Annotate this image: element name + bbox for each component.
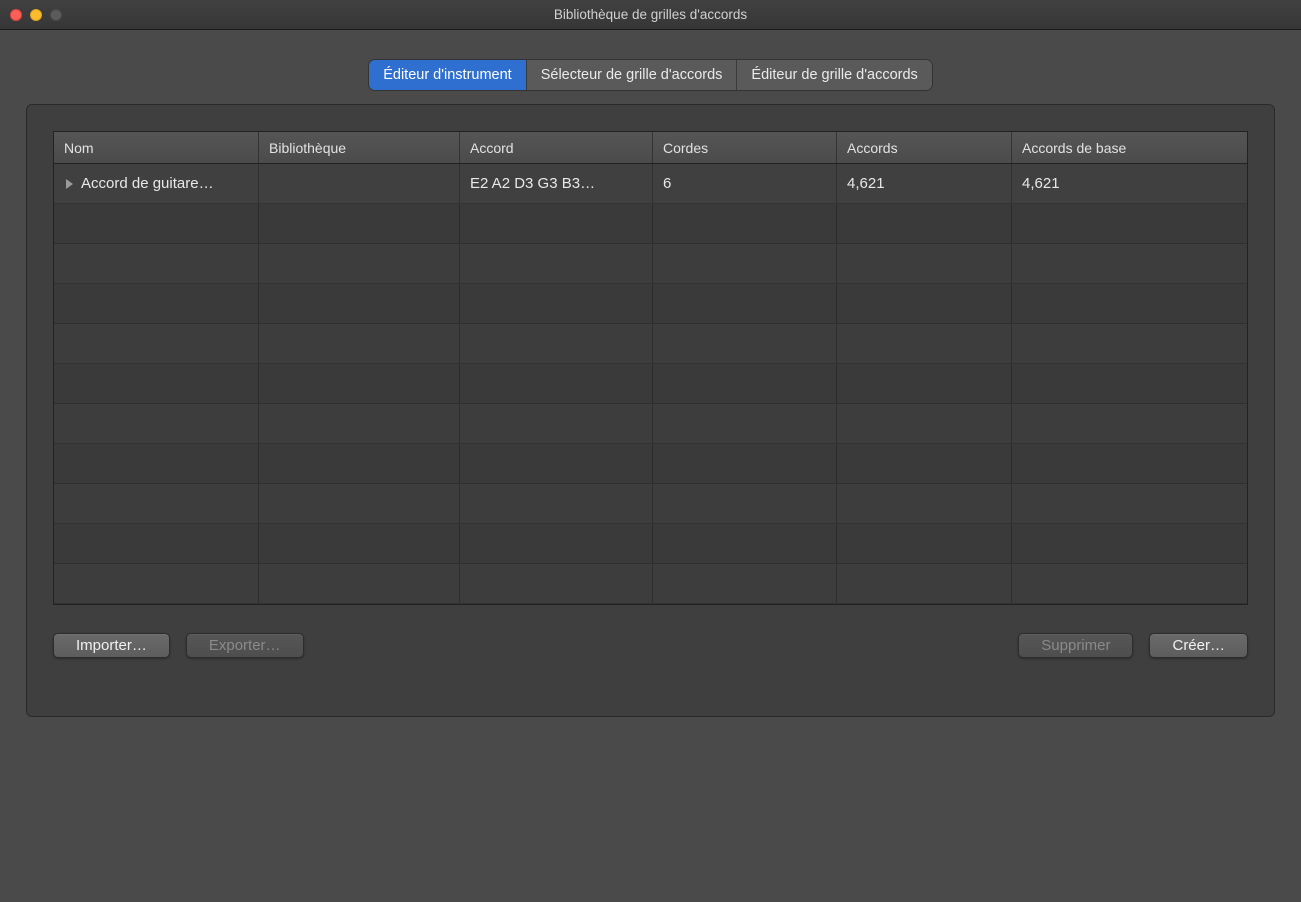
table-body: Accord de guitare… E2 A2 D3 G3 B3… 6 4,6… [54,164,1247,604]
panel: Nom Bibliothèque Accord Cordes Accords A… [26,104,1275,717]
cell-nom-text: Accord de guitare… [81,175,214,192]
col-header-bibliotheque[interactable]: Bibliothèque [259,132,460,163]
tab-chord-grid-editor[interactable]: Éditeur de grille d'accords [737,60,931,90]
tab-instrument-editor[interactable]: Éditeur d'instrument [369,60,527,90]
table-row-empty [54,564,1247,604]
table-row-empty [54,324,1247,364]
table-row-empty [54,404,1247,444]
traffic-lights [10,9,62,21]
table-row[interactable]: Accord de guitare… E2 A2 D3 G3 B3… 6 4,6… [54,164,1247,204]
cell-nom: Accord de guitare… [54,164,259,203]
zoom-icon [50,9,62,21]
delete-button: Supprimer [1018,633,1133,658]
table-row-empty [54,204,1247,244]
instrument-table: Nom Bibliothèque Accord Cordes Accords A… [53,131,1248,605]
titlebar: Bibliothèque de grilles d'accords [0,0,1301,30]
close-icon[interactable] [10,9,22,21]
col-header-accords-base[interactable]: Accords de base [1012,132,1247,163]
col-header-accords[interactable]: Accords [837,132,1012,163]
import-button[interactable]: Importer… [53,633,170,658]
table-row-empty [54,244,1247,284]
cell-accords-base: 4,621 [1012,164,1247,203]
spacer [320,633,1003,658]
cell-bibliotheque [259,164,460,203]
col-header-accord[interactable]: Accord [460,132,653,163]
table-row-empty [54,284,1247,324]
table-row-empty [54,444,1247,484]
tab-chord-grid-selector[interactable]: Sélecteur de grille d'accords [527,60,738,90]
col-header-nom[interactable]: Nom [54,132,259,163]
button-row: Importer… Exporter… Supprimer Créer… [53,633,1248,658]
table-row-empty [54,524,1247,564]
cell-accords: 4,621 [837,164,1012,203]
window: Bibliothèque de grilles d'accords Éditeu… [0,0,1301,902]
cell-accord: E2 A2 D3 G3 B3… [460,164,653,203]
content-area: Éditeur d'instrument Sélecteur de grille… [0,30,1301,902]
table-header: Nom Bibliothèque Accord Cordes Accords A… [54,132,1247,164]
export-button: Exporter… [186,633,304,658]
window-title: Bibliothèque de grilles d'accords [10,7,1291,22]
col-header-cordes[interactable]: Cordes [653,132,837,163]
table-row-empty [54,364,1247,404]
tab-bar: Éditeur d'instrument Sélecteur de grille… [369,60,932,90]
cell-cordes: 6 [653,164,837,203]
tab-bar-wrap: Éditeur d'instrument Sélecteur de grille… [0,30,1301,90]
create-button[interactable]: Créer… [1149,633,1248,658]
minimize-icon[interactable] [30,9,42,21]
disclosure-triangle-icon[interactable] [66,179,73,189]
table-row-empty [54,484,1247,524]
